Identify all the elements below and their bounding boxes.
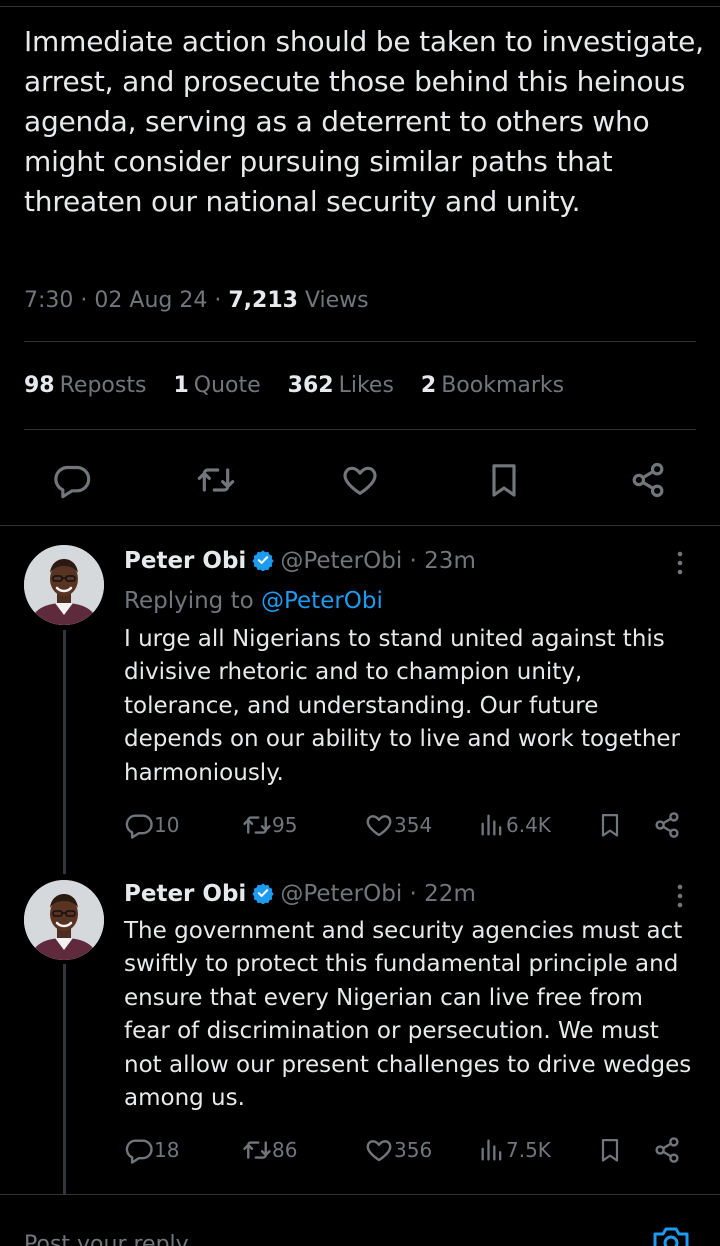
reply-count: 10 <box>154 813 180 837</box>
views-label: Views <box>304 288 369 313</box>
like-icon <box>343 466 377 495</box>
tweet-stats: 98 Reposts 1 Quote 362 Likes 2 Bookmarks <box>24 368 584 404</box>
repost-icon <box>197 468 235 492</box>
views-button[interactable]: 6.4K <box>478 805 551 845</box>
share-button[interactable] <box>624 456 672 504</box>
author-handle[interactable]: @PeterObi <box>280 548 402 574</box>
replying-to: Replying to @PeterObi <box>124 588 383 614</box>
views-count: 7,213 <box>228 288 298 313</box>
reply-icon <box>125 814 153 839</box>
divider <box>24 429 696 430</box>
reply-tweet: Peter Obi @PeterObi · 22m The government … <box>0 878 720 1178</box>
repost-count: 95 <box>272 813 298 837</box>
like-button[interactable] <box>336 456 384 504</box>
reply-text: The government and security agencies mus… <box>124 918 692 1112</box>
divider <box>24 341 696 342</box>
tweet-meta: 7:30 · 02 Aug 24 · 7,213 Views <box>24 288 369 313</box>
post-time[interactable]: 23m <box>424 548 476 574</box>
reply-actions: 18 86 356 7.5K <box>124 1130 694 1170</box>
reply-header: Peter Obi @PeterObi · 23m <box>124 545 476 580</box>
bookmark-icon <box>601 1138 619 1162</box>
author-name[interactable]: Peter Obi <box>124 548 246 574</box>
share-icon <box>632 462 664 498</box>
avatar[interactable] <box>24 545 104 625</box>
like-icon <box>366 1140 392 1162</box>
bookmark-button[interactable] <box>480 456 528 504</box>
bookmarks-stat[interactable]: 2 Bookmarks <box>421 373 564 398</box>
share-button[interactable] <box>652 805 682 845</box>
reposts-stat[interactable]: 98 Reposts <box>24 373 146 398</box>
reply-button[interactable]: 10 <box>124 805 179 845</box>
bookmark-icon <box>601 813 619 837</box>
post-time[interactable]: 22m <box>424 881 476 907</box>
reply-button[interactable] <box>48 456 96 504</box>
reply-icon <box>125 1139 153 1164</box>
divider <box>0 525 720 526</box>
reply-count: 18 <box>154 1138 180 1162</box>
verified-badge-icon <box>252 548 274 580</box>
repost-button[interactable] <box>192 456 240 504</box>
like-icon <box>366 815 392 837</box>
share-icon <box>655 812 679 838</box>
share-button[interactable] <box>652 1130 682 1170</box>
reply-header: Peter Obi @PeterObi · 22m <box>124 878 476 913</box>
views-icon <box>481 814 502 836</box>
replying-to-link[interactable]: @PeterObi <box>261 588 383 614</box>
reply-icon <box>54 465 91 499</box>
views-button[interactable]: 7.5K <box>478 1130 551 1170</box>
like-button[interactable]: 356 <box>364 1130 432 1170</box>
view-count: 7.5K <box>506 1138 551 1162</box>
author-handle[interactable]: @PeterObi <box>280 881 402 907</box>
camera-icon <box>653 1227 689 1246</box>
reply-tweet: Peter Obi @PeterObi · 23m Replying to @Pe… <box>0 545 720 845</box>
camera-button[interactable] <box>650 1222 692 1246</box>
more-icon <box>677 551 683 575</box>
repost-icon <box>243 1141 271 1159</box>
verified-badge-icon <box>252 881 274 913</box>
like-count: 356 <box>394 1138 433 1162</box>
bookmark-button[interactable] <box>596 805 624 845</box>
reply-text: I urge all Nigerians to stand united aga… <box>124 626 680 786</box>
top-divider <box>0 6 720 7</box>
more-icon <box>677 884 683 908</box>
more-options-button[interactable] <box>668 549 692 577</box>
view-count: 6.4K <box>506 813 551 837</box>
bookmark-button[interactable] <box>596 1130 624 1170</box>
reply-actions: 10 95 354 6.4K <box>124 805 694 845</box>
tweet-time: 7:30 <box>24 288 74 313</box>
repost-button[interactable]: 86 <box>242 1130 297 1170</box>
quotes-stat[interactable]: 1 Quote <box>173 373 260 398</box>
repost-count: 86 <box>272 1138 298 1162</box>
tweet-text: Immediate action should be taken to inve… <box>24 25 704 218</box>
divider <box>0 1194 720 1195</box>
repost-button[interactable]: 95 <box>242 805 297 845</box>
author-name[interactable]: Peter Obi <box>124 881 246 907</box>
more-options-button[interactable] <box>668 882 692 910</box>
share-icon <box>655 1137 679 1163</box>
like-button[interactable]: 354 <box>364 805 432 845</box>
views-icon <box>481 1139 502 1161</box>
bookmark-icon <box>492 464 516 497</box>
reply-compose-input[interactable]: Post your reply <box>24 1232 189 1246</box>
tweet-actions <box>0 456 720 504</box>
tweet-date: 02 Aug 24 <box>94 288 208 313</box>
avatar[interactable] <box>24 880 104 960</box>
reply-button[interactable]: 18 <box>124 1130 179 1170</box>
like-count: 354 <box>394 813 433 837</box>
likes-stat[interactable]: 362 Likes <box>288 373 394 398</box>
repost-icon <box>243 816 271 834</box>
